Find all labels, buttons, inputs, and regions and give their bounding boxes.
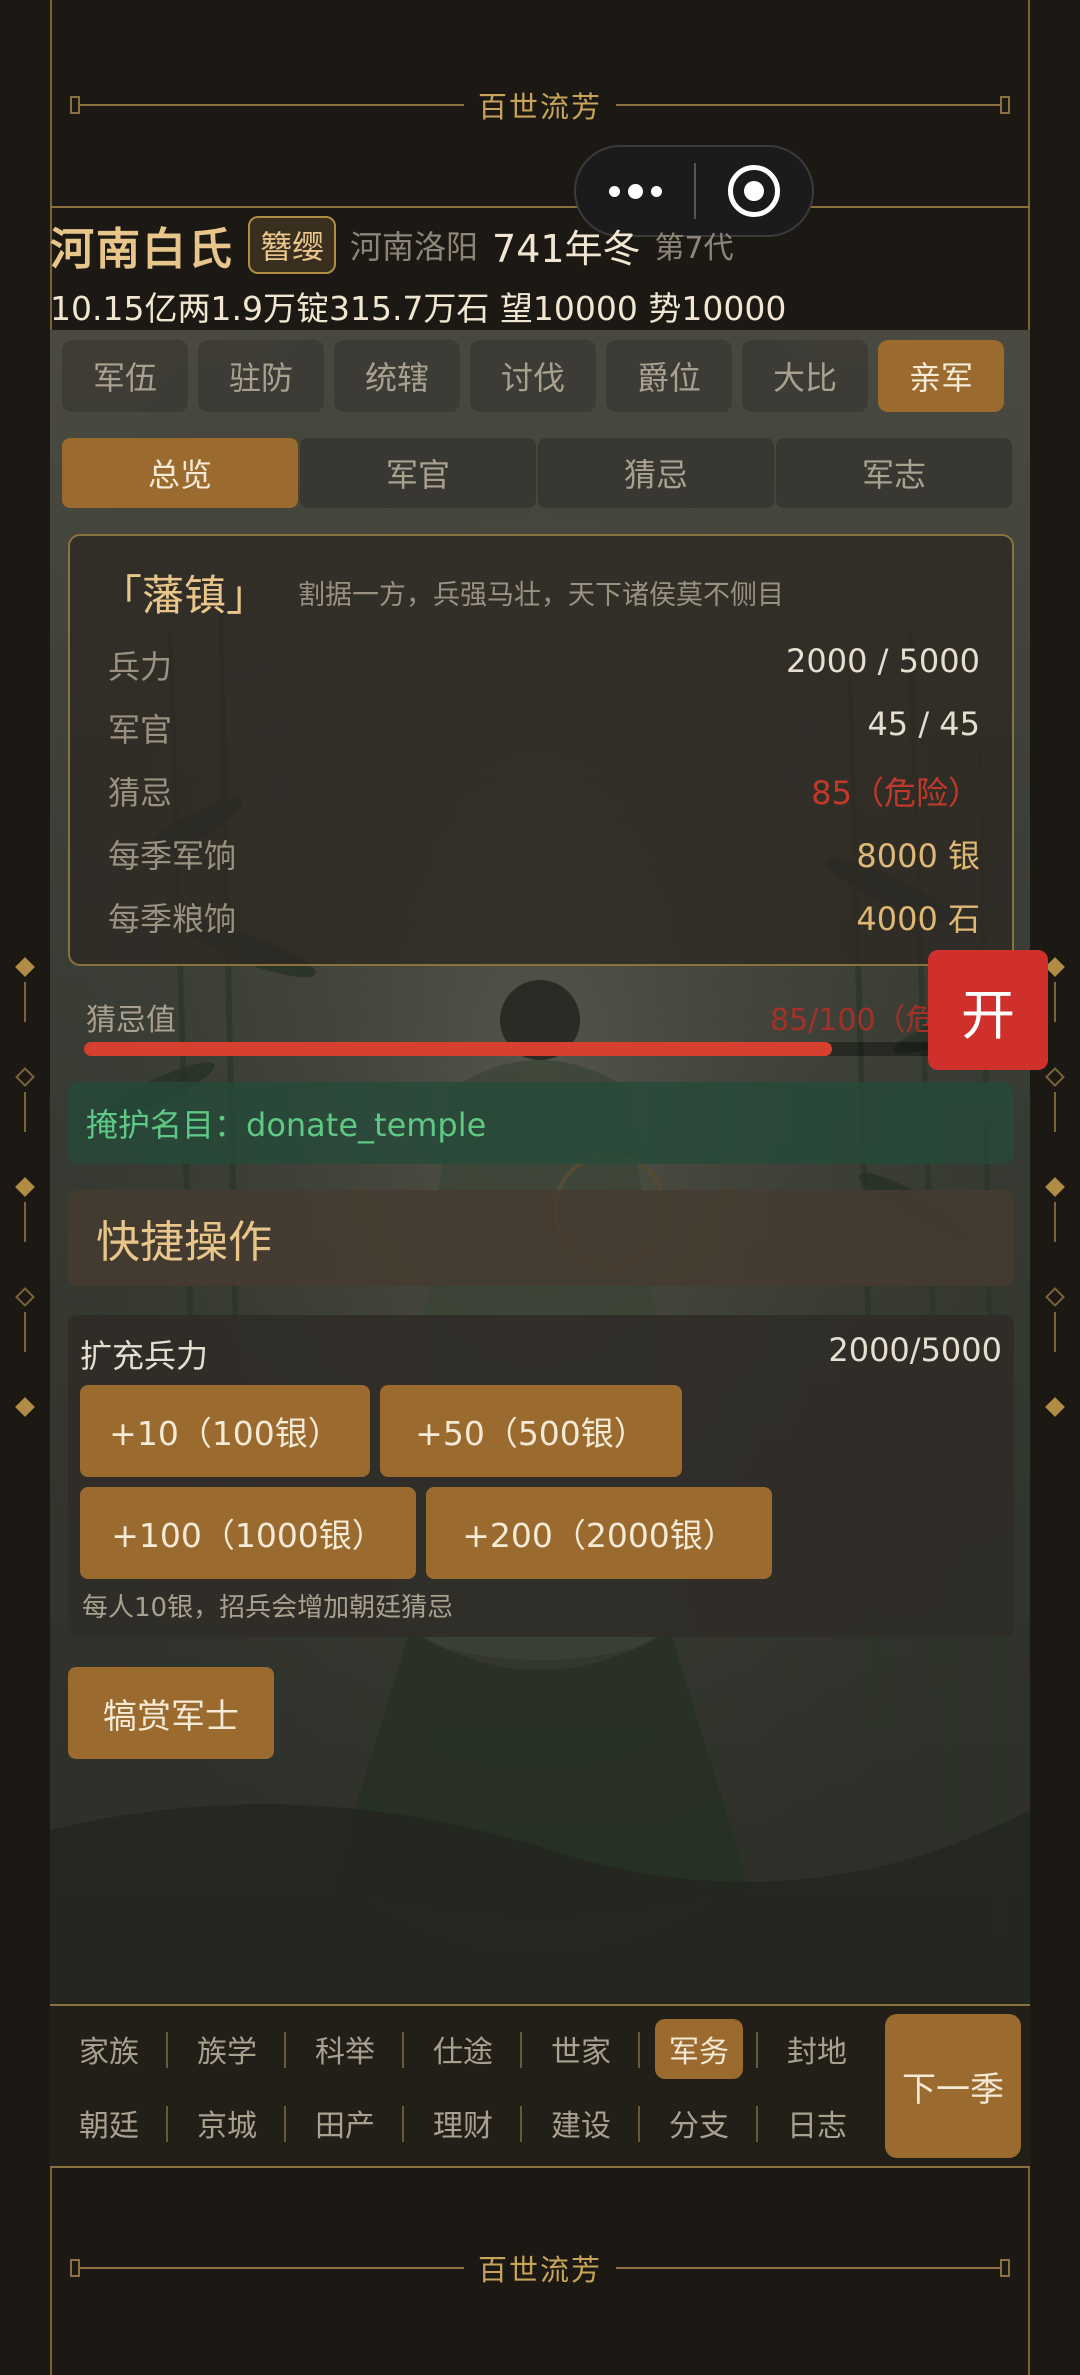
recruit-panel: 扩充兵力 2000/5000 +10（100银） +50（500银） +100（… xyxy=(68,1315,1014,1637)
banner-title: 百世流芳 xyxy=(478,90,603,124)
top-banner: 百世流芳 xyxy=(50,75,1030,135)
recruit-note: 每人10银，招兵会增加朝廷猜忌 xyxy=(82,1593,454,1623)
subtab-overview[interactable]: 总览 xyxy=(62,438,298,508)
nav-log[interactable]: 日志 xyxy=(758,2092,876,2154)
family-location: 河南洛阳 xyxy=(350,228,479,266)
recruit-100-button[interactable]: +100（1000银） xyxy=(80,1487,416,1579)
family-name: 河南白氏 xyxy=(50,224,234,275)
generation: 第7代 xyxy=(654,231,734,266)
suspicion-bar xyxy=(84,1042,964,1056)
rank-badge: 簪缨 xyxy=(248,216,337,274)
nav-clan-school[interactable]: 族学 xyxy=(168,2018,286,2080)
stat-row: 每季军饷 8000 银 xyxy=(108,837,980,875)
cover-reason: 掩护名目：donate_temple xyxy=(68,1082,1014,1164)
tab-command[interactable]: 统辖 xyxy=(334,340,460,412)
banner-title: 百世流芳 xyxy=(478,2253,603,2287)
tab-nobility[interactable]: 爵位 xyxy=(606,340,732,412)
recruit-10-button[interactable]: +10（100银） xyxy=(80,1385,370,1477)
nav-farmland[interactable]: 田产 xyxy=(286,2092,404,2154)
nav-exam[interactable]: 科举 xyxy=(286,2018,404,2080)
army-type-title: 「藩镇」 xyxy=(100,571,269,620)
army-type-desc: 割据一方，兵强马壮，天下诸侯莫不侧目 xyxy=(298,580,785,611)
stat-row: 猜忌 85（危险） xyxy=(108,774,980,812)
resource-summary: 10.15亿两1.9万锭315.7万石 望10000 势10000 xyxy=(50,289,787,328)
suspicion-value: 85/100（危 xyxy=(770,1003,936,1038)
suspicion-label: 猜忌值 xyxy=(86,1003,176,1038)
family-header: 河南白氏 簪缨 河南洛阳 741年冬 第7代 10.15亿两1.9万锭315.7… xyxy=(50,210,1030,330)
recruit-title: 扩充兵力 xyxy=(80,1337,209,1375)
tab-personal-army[interactable]: 亲军 xyxy=(878,340,1004,412)
main-tabs: 军伍 驻防 统辖 讨伐 爵位 大比 亲军 xyxy=(62,340,1004,412)
nav-court[interactable]: 朝廷 xyxy=(50,2092,168,2154)
army-status-card: 「藩镇」 割据一方，兵强马壮，天下诸侯莫不侧目 兵力 2000 / 5000 军官… xyxy=(68,534,1014,966)
nav-branches[interactable]: 分支 xyxy=(640,2092,758,2154)
tab-troops[interactable]: 军伍 xyxy=(62,340,188,412)
stat-row: 兵力 2000 / 5000 xyxy=(108,642,980,686)
recruit-50-button[interactable]: +50（500银） xyxy=(380,1385,682,1477)
nav-capital[interactable]: 京城 xyxy=(168,2092,286,2154)
nav-finance[interactable]: 理财 xyxy=(404,2092,522,2154)
recruit-count: 2000/5000 xyxy=(828,1331,1002,1369)
nav-noble-houses[interactable]: 世家 xyxy=(522,2018,640,2080)
subtab-records[interactable]: 军志 xyxy=(776,438,1012,508)
suspicion-bar-fill xyxy=(84,1042,832,1056)
nav-family[interactable]: 家族 xyxy=(50,2018,168,2080)
nav-military[interactable]: 军务 xyxy=(640,2018,758,2080)
sub-tabs: 总览 军官 猜忌 军志 xyxy=(62,438,1012,508)
nav-career[interactable]: 仕途 xyxy=(404,2018,522,2080)
tab-garrison[interactable]: 驻防 xyxy=(198,340,324,412)
left-ornament xyxy=(14,957,36,1420)
tab-tournament[interactable]: 大比 xyxy=(742,340,868,412)
open-button[interactable]: 开 xyxy=(928,950,1048,1070)
divider xyxy=(50,206,1030,208)
subtab-officers[interactable]: 军官 xyxy=(300,438,536,508)
quick-actions-header: 快捷操作 xyxy=(68,1190,1014,1286)
divider xyxy=(50,2166,1030,2168)
current-year: 741年冬 xyxy=(492,226,641,271)
bottom-nav: 家族 族学 科举 仕途 世家 军务 封地 朝廷 京城 田产 理财 建设 分支 日… xyxy=(50,2006,1030,2166)
stat-row: 每季粮饷 4000 石 xyxy=(108,900,980,938)
nav-construction[interactable]: 建设 xyxy=(522,2092,640,2154)
recruit-200-button[interactable]: +200（2000银） xyxy=(426,1487,772,1579)
subtab-suspicion[interactable]: 猜忌 xyxy=(538,438,774,508)
reward-soldiers-button[interactable]: 犒赏军士 xyxy=(68,1667,274,1759)
nav-fief[interactable]: 封地 xyxy=(758,2018,876,2080)
stat-row: 军官 45 / 45 xyxy=(108,705,980,749)
tab-campaign[interactable]: 讨伐 xyxy=(470,340,596,412)
more-icon[interactable] xyxy=(576,183,694,199)
military-panel: 军伍 驻防 统辖 讨伐 爵位 大比 亲军 总览 军官 猜忌 军志 「藩镇」 割据… xyxy=(50,330,1030,2005)
game-frame: 百世流芳 河南白氏 簪缨 河南洛阳 741年冬 第7代 10.15亿两1.9万锭… xyxy=(0,0,1080,2375)
bottom-banner: 百世流芳 xyxy=(50,2238,1030,2298)
next-season-button[interactable]: 下一季 xyxy=(885,2014,1021,2158)
